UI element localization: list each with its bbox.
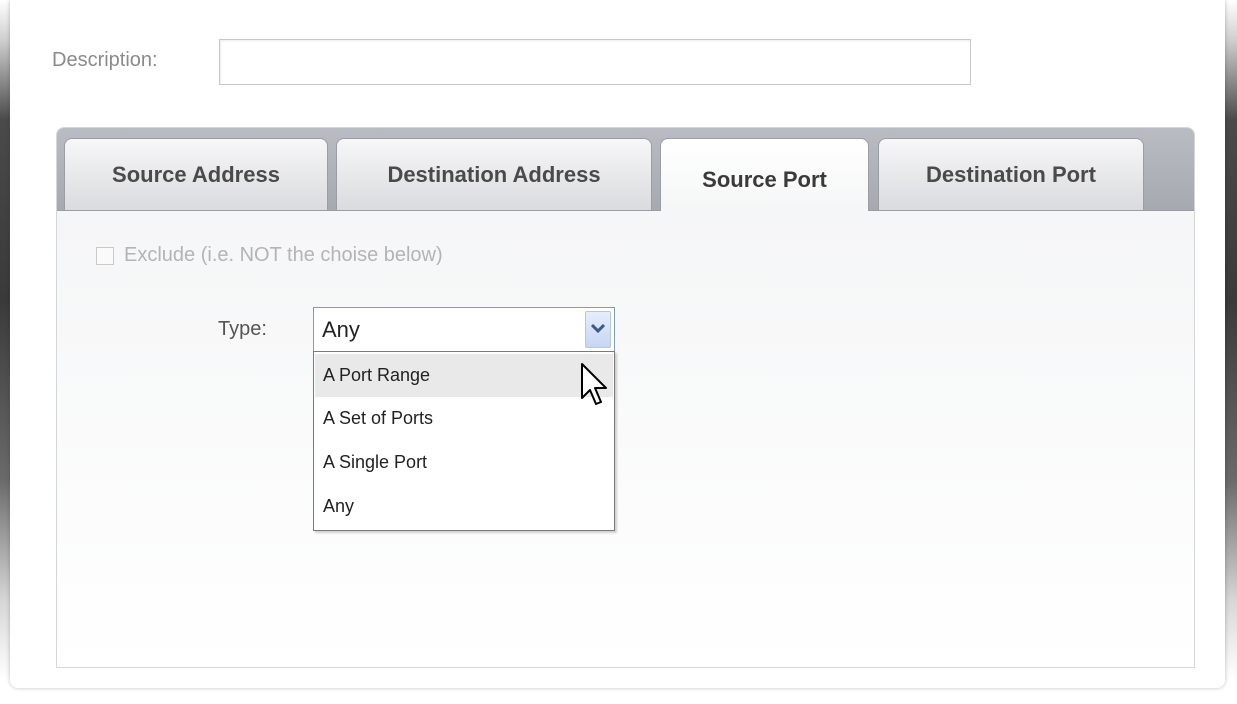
type-select-button[interactable] xyxy=(585,311,611,348)
type-label: Type: xyxy=(218,318,267,340)
exclude-row: Exclude (i.e. NOT the choise below) xyxy=(96,244,443,267)
exclude-label: Exclude (i.e. NOT the choise below) xyxy=(124,244,443,266)
type-option-set-of-ports[interactable]: A Set of Ports xyxy=(315,397,613,440)
type-option-any[interactable]: Any xyxy=(315,485,613,528)
tab-strip: Source Address Destination Address Sourc… xyxy=(57,128,1194,211)
chevron-down-icon xyxy=(591,324,605,334)
tab-destination-address[interactable]: Destination Address xyxy=(336,138,652,210)
mouse-pointer-icon xyxy=(581,363,607,405)
tab-source-address[interactable]: Source Address xyxy=(64,138,328,210)
description-input[interactable] xyxy=(219,39,971,85)
type-option-single-port[interactable]: A Single Port xyxy=(315,441,613,484)
type-select-value: Any xyxy=(322,317,360,342)
tab-destination-port[interactable]: Destination Port xyxy=(878,138,1144,210)
tab-source-port[interactable]: Source Port xyxy=(660,138,869,211)
type-dropdown-list: A Port Range A Set of Ports A Single Por… xyxy=(313,351,615,531)
type-option-port-range[interactable]: A Port Range xyxy=(315,354,613,397)
exclude-checkbox[interactable] xyxy=(96,246,114,265)
type-select[interactable]: Any xyxy=(313,307,615,352)
description-label: Description: xyxy=(52,49,158,71)
tab-container: Source Address Destination Address Sourc… xyxy=(56,127,1195,668)
